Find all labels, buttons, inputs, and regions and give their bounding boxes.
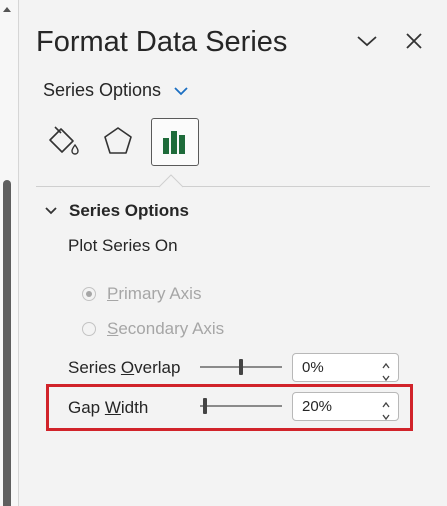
scrollbar-thumb[interactable]	[3, 180, 11, 506]
section-title: Series Options	[69, 201, 189, 220]
tab-effects[interactable]	[95, 118, 141, 164]
series-overlap-input[interactable]	[293, 358, 374, 377]
chevron-down-icon	[174, 86, 188, 95]
bar-chart-icon	[163, 131, 185, 154]
document-scrollbar[interactable]	[0, 0, 19, 506]
series-overlap-spinner[interactable]	[292, 353, 399, 382]
spin-up-icon[interactable]	[381, 357, 391, 369]
series-overlap-slider[interactable]	[200, 357, 282, 377]
chevron-down-icon	[357, 36, 377, 47]
pane-options-button[interactable]	[352, 26, 382, 56]
scroll-up-arrow-icon[interactable]	[2, 6, 12, 20]
close-icon	[406, 33, 422, 49]
secondary-axis-radio[interactable]	[82, 322, 96, 336]
series-overlap-label: Series Overlap	[68, 358, 181, 377]
primary-axis-radio[interactable]	[82, 287, 96, 301]
spin-down-icon[interactable]	[381, 370, 391, 382]
tab-separator	[36, 186, 430, 187]
chevron-down-icon	[45, 207, 57, 215]
gap-width-highlight-box	[46, 384, 413, 431]
close-button[interactable]	[399, 26, 429, 56]
tab-series-options[interactable]	[151, 118, 199, 166]
format-pane: Format Data Series Series Options Series…	[19, 0, 447, 506]
pentagon-icon	[104, 127, 132, 154]
active-tab-notch	[159, 174, 183, 188]
slider-thumb[interactable]	[239, 359, 243, 375]
paint-bucket-icon	[49, 126, 79, 155]
tab-fill-line[interactable]	[39, 118, 85, 164]
secondary-axis-radio-row[interactable]: Secondary Axis	[82, 319, 224, 339]
pane-title: Format Data Series	[36, 26, 288, 58]
series-options-section-header[interactable]: Series Options	[45, 201, 189, 221]
series-dropdown-label: Series Options	[43, 80, 162, 100]
primary-axis-label: Primary Axis	[107, 284, 202, 303]
secondary-axis-label: Secondary Axis	[107, 319, 225, 338]
primary-axis-radio-row[interactable]: Primary Axis	[82, 284, 201, 304]
plot-series-on-label: Plot Series On	[68, 236, 178, 255]
series-options-dropdown[interactable]: Series Options	[43, 80, 189, 101]
